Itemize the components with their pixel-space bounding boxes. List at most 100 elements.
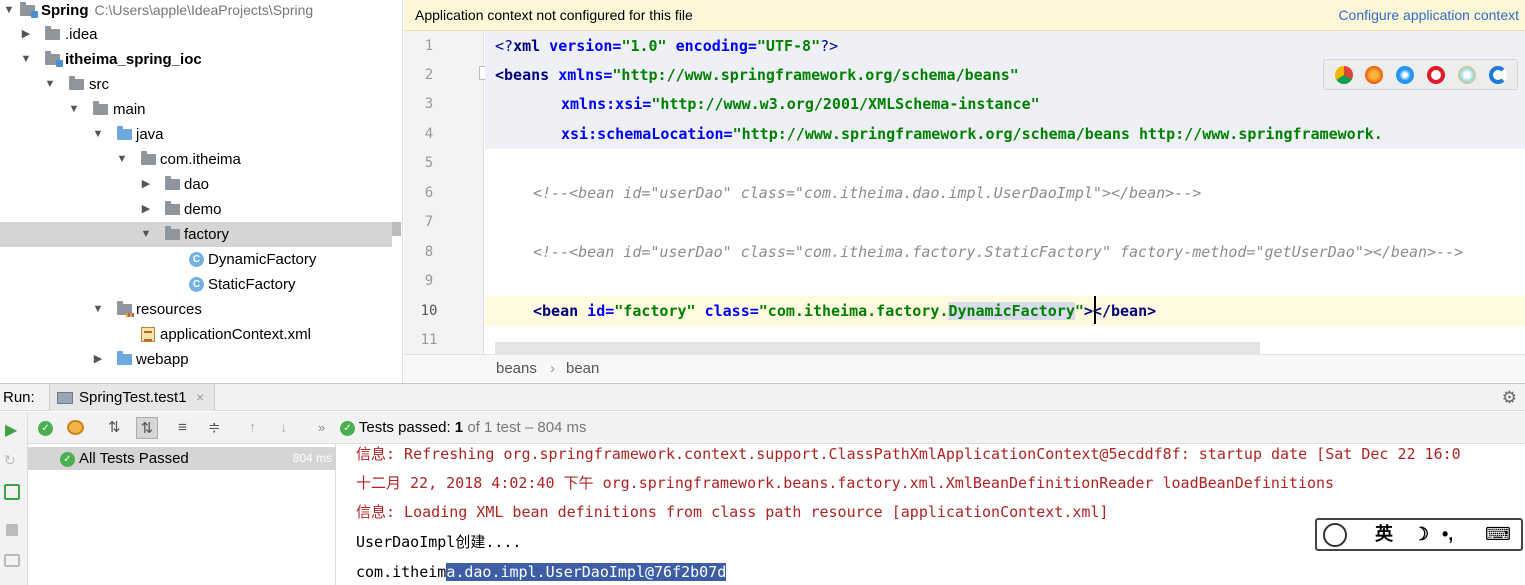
run-tab[interactable]: SpringTest.test1 × <box>49 384 215 411</box>
console-line: 信息: Loading XML bean definitions from cl… <box>356 503 1109 521</box>
tree-row-staticfactory[interactable]: C StaticFactory <box>0 272 392 297</box>
arrow-down-icon[interactable]: ↓ <box>280 412 288 444</box>
line-number: 9 <box>424 273 434 289</box>
tree-label: factory <box>184 226 230 243</box>
tree-row-idea[interactable]: ▶ .idea <box>0 22 392 47</box>
show-ignored-icon[interactable] <box>67 420 84 435</box>
ie-icon[interactable] <box>1489 66 1507 84</box>
tree-row-itheima-spring-ioc[interactable]: ▼ itheima_spring_ioc <box>0 47 392 72</box>
text-cursor <box>1094 296 1096 324</box>
tree-row-java[interactable]: ▼ java <box>0 122 392 147</box>
chevron-down-icon[interactable]: ▼ <box>43 72 57 97</box>
console-output[interactable]: 信息: Refreshing org.springframework.conte… <box>337 444 1525 585</box>
passed-icon: ✓ <box>60 451 75 467</box>
horizontal-scrollbar[interactable] <box>495 342 1260 354</box>
tree-row-applicationcontext[interactable]: applicationContext.xml <box>0 322 392 347</box>
chevron-right-icon[interactable]: ▶ <box>139 172 153 197</box>
package-icon <box>141 151 156 165</box>
chevron-right-icon[interactable]: ▶ <box>91 347 105 372</box>
line-number: 4 <box>424 126 434 142</box>
chevron-down-icon[interactable]: ▼ <box>19 47 33 72</box>
ime-logo-icon[interactable] <box>1323 523 1347 547</box>
sort-alpha-icon[interactable]: ⇅ <box>108 412 121 444</box>
toggle-auto-test-icon[interactable] <box>4 484 20 500</box>
chevron-right-icon[interactable]: ▶ <box>139 197 153 222</box>
chrome-icon[interactable] <box>1335 66 1353 84</box>
chevron-down-icon[interactable]: ▼ <box>67 97 81 122</box>
arrow-up-icon[interactable]: ↑ <box>249 412 257 444</box>
tree-label: DynamicFactory <box>208 251 317 268</box>
close-icon[interactable]: × <box>196 384 204 411</box>
tree-row-demo[interactable]: ▶ demo <box>0 197 392 222</box>
tree-label: webapp <box>136 351 189 368</box>
camera-icon[interactable] <box>4 554 20 567</box>
test-toolbar: ✓ ⇅ ⇅ ≡ ≑ ↑ ↓ » ✓ Tests passed: 1 of 1 t… <box>28 412 1525 444</box>
safari-icon[interactable] <box>1396 66 1414 84</box>
ide-window: ▼ Spring C:\Users\apple\IdeaProjects\Spri… <box>0 0 1525 585</box>
folder-icon <box>69 76 84 90</box>
tree-row-factory[interactable]: ▼ factory <box>0 222 392 247</box>
test-tree-row[interactable]: ✓ All Tests Passed 804 ms <box>28 447 336 470</box>
line-number: 5 <box>424 155 434 171</box>
stop-icon[interactable] <box>6 524 18 536</box>
line-number: 8 <box>424 244 434 260</box>
run-tool-window-header: Run: SpringTest.test1 × ⚙ <box>0 383 1525 411</box>
chevron-down-icon[interactable]: ▼ <box>91 297 105 322</box>
opera-icon[interactable] <box>1427 66 1445 84</box>
chevron-down-icon[interactable]: ▼ <box>2 0 16 23</box>
chevron-right-icon: › <box>550 360 555 377</box>
chevron-down-icon[interactable]: ▼ <box>91 122 105 147</box>
ime-language-toggle[interactable]: 英 <box>1375 520 1393 549</box>
keyboard-icon[interactable]: ⌨ <box>1485 520 1511 549</box>
rerun-failed-icon[interactable]: ↻ <box>4 452 16 469</box>
line-number: 7 <box>424 214 434 230</box>
resources-folder-icon <box>117 301 134 317</box>
banner-message: Application context not configured for t… <box>415 7 693 23</box>
package-icon <box>165 201 180 215</box>
tree-row-spring[interactable]: ▼ Spring C:\Users\apple\IdeaProjects\Spri… <box>0 0 392 23</box>
console-line: UserDaoImpl创建.... <box>356 533 522 551</box>
firefox-icon[interactable] <box>1365 66 1383 84</box>
code-line: xmlns:xsi="http://www.w3.org/2001/XMLSch… <box>485 89 1525 119</box>
tree-label: StaticFactory <box>208 276 296 293</box>
gear-icon[interactable]: ⚙ <box>1502 384 1517 411</box>
run-tab-label: SpringTest.test1 <box>79 389 187 406</box>
tree-row-dao[interactable]: ▶ dao <box>0 172 392 197</box>
moon-icon[interactable]: ☽ <box>1413 520 1429 549</box>
tree-row-src[interactable]: ▼ src <box>0 72 392 97</box>
breadcrumb-item-bean[interactable]: bean <box>566 355 599 383</box>
chevron-right-icon[interactable]: ▶ <box>19 22 33 47</box>
collapse-all-icon[interactable]: ≑ <box>208 412 221 444</box>
line-number: 3 <box>424 96 434 112</box>
tree-row-dynamicfactory[interactable]: C DynamicFactory <box>0 247 392 272</box>
tree-label: dao <box>184 176 210 193</box>
console-line: 信息: Refreshing org.springframework.conte… <box>356 445 1461 463</box>
chevron-down-icon[interactable]: ▼ <box>139 222 153 247</box>
tree-label: itheima_spring_ioc <box>65 51 202 68</box>
test-config-icon <box>57 392 73 404</box>
show-passed-icon[interactable]: ✓ <box>38 420 53 436</box>
test-tree-label: All Tests Passed <box>79 450 189 467</box>
sort-duration-icon[interactable]: ⇅ <box>136 417 158 439</box>
breadcrumb-item-beans[interactable]: beans <box>496 355 537 383</box>
tree-row-resources[interactable]: ▼ resources <box>0 297 392 322</box>
code-line: <!--<bean id="userDao" class="com.itheim… <box>533 184 1202 202</box>
configure-context-link[interactable]: Configure application context <box>1338 0 1519 31</box>
scrollbar-thumb[interactable] <box>392 222 401 236</box>
code-line-current: <bean id="factory" class="com.itheima.fa… <box>485 296 1525 326</box>
rerun-icon[interactable]: ▶ <box>5 420 17 440</box>
passed-count: 1 <box>454 419 464 436</box>
expand-all-icon[interactable]: ≡ <box>178 412 187 444</box>
more-icon[interactable]: » <box>318 412 325 444</box>
tree-row-com-itheima[interactable]: ▼ com.itheima <box>0 147 392 172</box>
tree-label: applicationContext.xml <box>160 326 311 343</box>
browser-preview-bar <box>1323 59 1518 90</box>
tree-row-webapp[interactable]: ▶ webapp <box>0 347 392 372</box>
browser-icon[interactable] <box>1458 66 1476 84</box>
xml-file-icon <box>141 327 155 342</box>
tree-row-main[interactable]: ▼ main <box>0 97 392 122</box>
chevron-down-icon[interactable]: ▼ <box>115 147 129 172</box>
module-folder-icon <box>20 2 38 18</box>
passed-icon: ✓ <box>340 420 355 436</box>
punctuation-icon[interactable]: •, <box>1442 520 1453 549</box>
